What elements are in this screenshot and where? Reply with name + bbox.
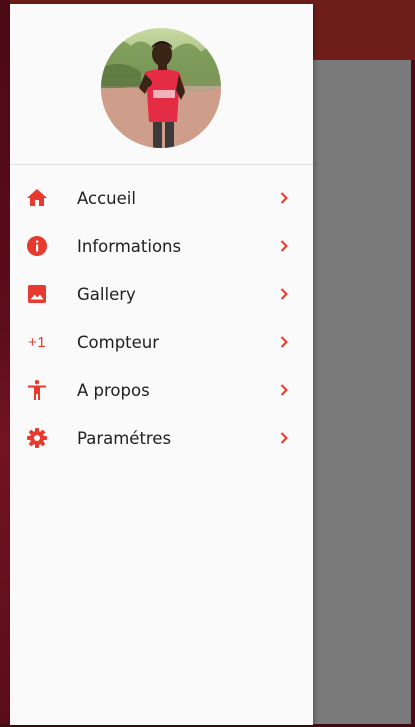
menu-item-label: Compteur — [77, 332, 160, 352]
avatar[interactable] — [101, 28, 221, 148]
drawer-menu: Accueil Informations Gallery +1 Compteur… — [10, 165, 313, 462]
settings-icon — [26, 427, 48, 449]
background-edge-right — [411, 60, 415, 727]
chevron-right-icon — [278, 336, 290, 348]
info-icon — [26, 235, 48, 257]
menu-item-accueil[interactable]: Accueil — [10, 174, 313, 222]
menu-item-label: Paramétres — [77, 428, 172, 448]
chevron-right-icon — [278, 240, 290, 252]
home-icon — [26, 187, 48, 209]
menu-item-label: A propos — [77, 380, 150, 400]
menu-item-label: Informations — [77, 236, 182, 256]
navigation-drawer: Accueil Informations Gallery +1 Compteur… — [10, 4, 313, 725]
background-edge — [0, 0, 10, 727]
profile-photo — [101, 28, 221, 148]
screen: Accueil Informations Gallery +1 Compteur… — [0, 0, 415, 727]
menu-item-compteur[interactable]: +1 Compteur — [10, 318, 313, 366]
menu-item-parametres[interactable]: Paramétres — [10, 414, 313, 462]
scrim[interactable] — [313, 60, 411, 724]
image-icon — [26, 283, 48, 305]
menu-item-label: Gallery — [77, 284, 136, 304]
plus-one-text: +1 — [27, 333, 47, 351]
menu-item-informations[interactable]: Informations — [10, 222, 313, 270]
menu-item-a-propos[interactable]: A propos — [10, 366, 313, 414]
menu-item-gallery[interactable]: Gallery — [10, 270, 313, 318]
chevron-right-icon — [278, 384, 290, 396]
plus-one-icon: +1 — [26, 331, 48, 353]
chevron-right-icon — [278, 288, 290, 300]
accessibility-icon — [26, 379, 48, 401]
chevron-right-icon — [278, 432, 290, 444]
menu-item-label: Accueil — [77, 188, 136, 208]
chevron-right-icon — [278, 192, 290, 204]
drawer-header — [10, 4, 313, 165]
